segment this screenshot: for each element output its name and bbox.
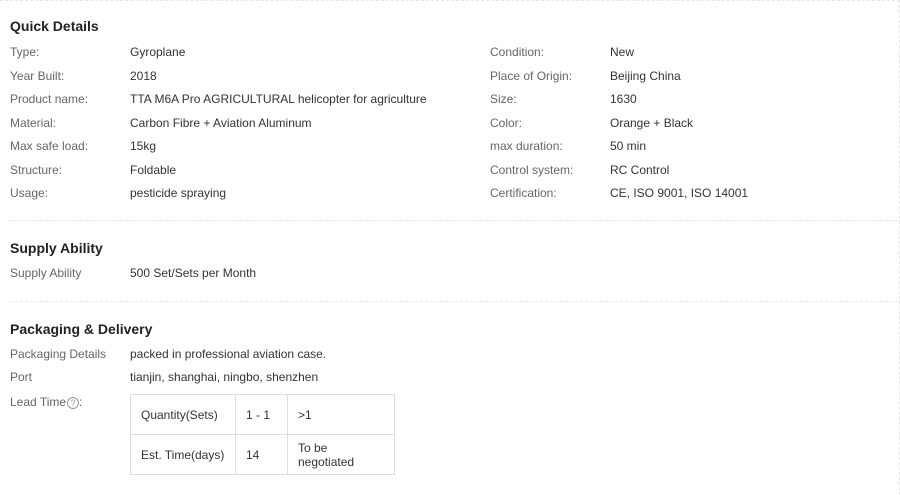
detail-value: tianjin, shanghai, ningbo, shenzhen [130, 370, 319, 384]
detail-label: Size: [490, 92, 517, 106]
detail-label: Port [10, 370, 33, 384]
detail-label: Type: [10, 45, 40, 59]
detail-value: 50 min [610, 139, 647, 153]
detail-label: Place of Origin: [490, 69, 573, 83]
table-cell: >1 [287, 394, 395, 435]
detail-label: Material: [10, 116, 57, 130]
detail-value: Gyroplane [130, 45, 186, 59]
detail-value: packed in professional aviation case. [130, 347, 327, 361]
section-divider [10, 301, 898, 302]
table-cell: Est. Time(days) [130, 434, 236, 475]
detail-label: Year Built: [10, 69, 65, 83]
detail-value: 15kg [130, 139, 157, 153]
detail-value: Beijing China [610, 69, 681, 83]
detail-value: RC Control [610, 163, 670, 177]
lead-time-table: Quantity(Sets) 1 - 1 >1 Est. Time(days) … [130, 394, 395, 475]
detail-label: Color: [490, 116, 523, 130]
quick-details-title: Quick Details [10, 18, 99, 34]
packaging-delivery-title: Packaging & Delivery [10, 321, 153, 337]
table-row: Quantity(Sets) 1 - 1 >1 [130, 394, 395, 435]
table-row: Est. Time(days) 14 To be negotiated [130, 434, 395, 475]
section-divider [10, 220, 898, 221]
table-cell: Quantity(Sets) [130, 394, 236, 435]
table-cell: 1 - 1 [235, 394, 288, 435]
detail-label: Structure: [10, 163, 63, 177]
detail-value: 500 Set/Sets per Month [130, 266, 257, 280]
help-circle-icon[interactable]: ? [67, 396, 80, 409]
detail-label: Max safe load: [10, 139, 89, 153]
detail-value: TTA M6A Pro AGRICULTURAL helicopter for … [130, 92, 427, 106]
detail-value: 1630 [610, 92, 637, 106]
detail-value: Foldable [130, 163, 177, 177]
detail-label: max duration: [490, 139, 563, 153]
detail-label: Usage: [10, 186, 49, 200]
detail-value: 2018 [130, 69, 157, 83]
table-cell: 14 [235, 434, 288, 475]
detail-label: Supply Ability [10, 266, 82, 280]
lead-time-label-colon: : [79, 395, 83, 409]
detail-value: Orange + Black [610, 116, 694, 130]
detail-value: CE, ISO 9001, ISO 14001 [610, 186, 749, 200]
detail-label: Product name: [10, 92, 89, 106]
lead-time-label: Lead Time?: [10, 395, 82, 409]
detail-label: Packaging Details [10, 347, 107, 361]
detail-value: New [610, 45, 635, 59]
table-cell: To be negotiated [287, 434, 395, 475]
page-border-top [0, 0, 900, 2]
lead-time-label-text: Lead Time [10, 395, 67, 409]
detail-value: pesticide spraying [130, 186, 227, 200]
supply-ability-title: Supply Ability [10, 240, 103, 256]
detail-label: Certification: [490, 186, 557, 200]
detail-label: Condition: [490, 45, 545, 59]
detail-value: Carbon Fibre + Aviation Aluminum [130, 116, 312, 130]
detail-label: Control system: [490, 163, 574, 177]
